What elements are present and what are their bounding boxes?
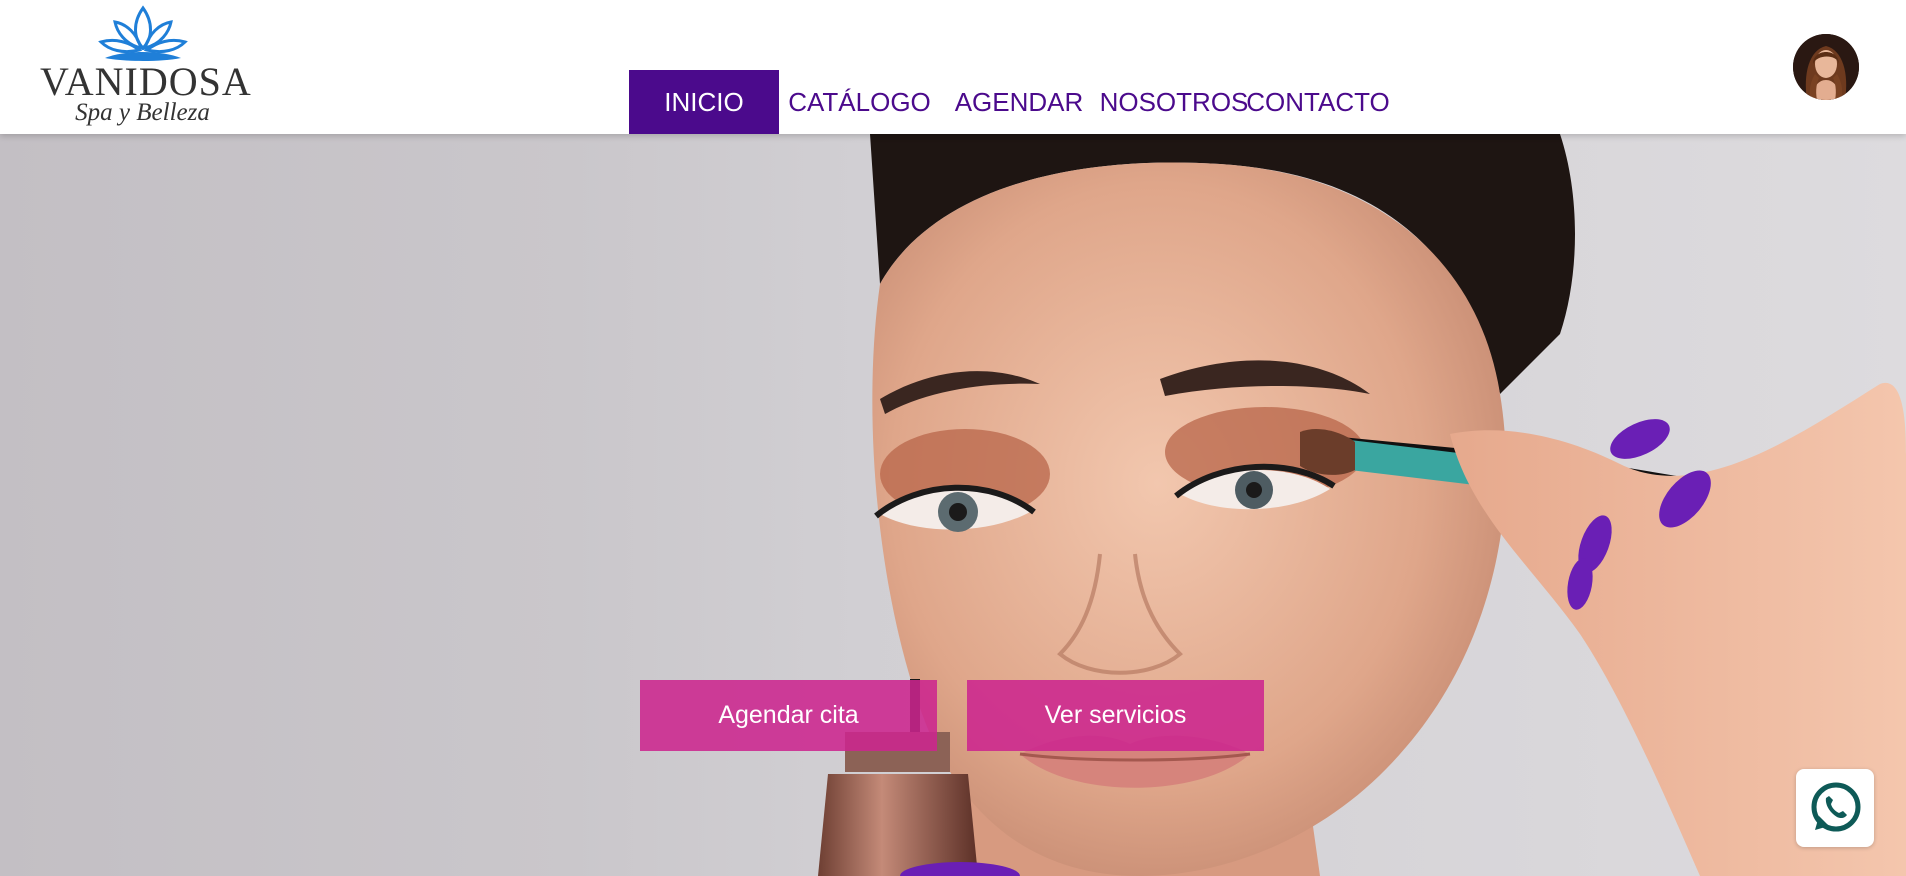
user-avatar-icon[interactable] [1793, 34, 1859, 100]
logo-brand: VANIDOSA [40, 59, 252, 104]
view-services-button[interactable]: Ver servicios [967, 680, 1264, 751]
hero-banner: Agendar cita Ver servicios [0, 134, 1906, 876]
nav-agendar[interactable]: AGENDAR [940, 70, 1098, 134]
whatsapp-icon [1811, 782, 1861, 832]
site-header: VANIDOSA Spa y Belleza INICIO CATÁLOGO A… [0, 0, 1906, 134]
nav-catalogo[interactable]: CATÁLOGO [779, 70, 940, 134]
logo-tagline: Spa y Belleza [75, 99, 210, 126]
nav-nosotros[interactable]: NOSOTROS [1098, 70, 1250, 134]
makeup-model-photo [818, 134, 1906, 876]
book-appointment-button[interactable]: Agendar cita [640, 680, 937, 751]
nav-inicio[interactable]: INICIO [629, 70, 779, 134]
logo[interactable]: VANIDOSA Spa y Belleza [40, 4, 252, 128]
whatsapp-button[interactable] [1796, 769, 1874, 847]
nav-contacto[interactable]: CONTACTO [1246, 70, 1389, 134]
main-nav: INICIO CATÁLOGO AGENDAR NOSOTROS CONTACT… [629, 70, 1390, 134]
